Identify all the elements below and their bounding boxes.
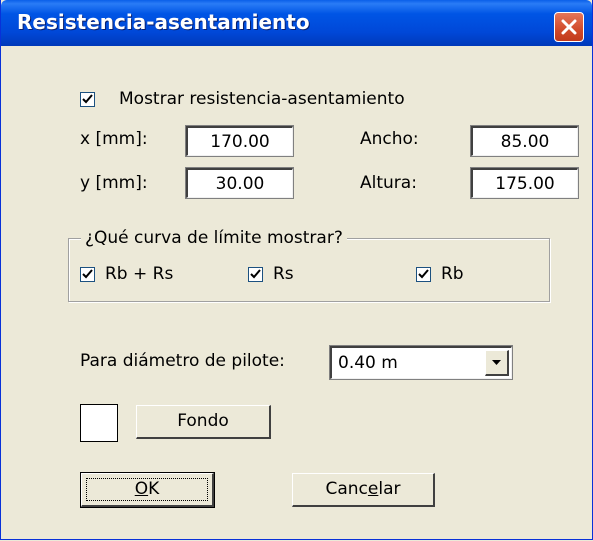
height-label: Altura:: [360, 173, 417, 193]
close-x-icon: [561, 19, 577, 35]
rs-checkbox[interactable]: [248, 267, 263, 282]
ok-button[interactable]: OK: [80, 472, 215, 508]
checkmark-icon: [250, 269, 261, 279]
window-title: Resistencia-asentamiento: [17, 10, 310, 34]
checkmark-icon: [82, 269, 93, 279]
height-input[interactable]: 175.00: [470, 167, 579, 199]
show-resistance-label[interactable]: Mostrar resistencia-asentamiento: [119, 89, 405, 109]
show-resistance-checkbox[interactable]: [80, 92, 95, 107]
pile-diameter-value: 0.40 m: [338, 353, 398, 373]
checkmark-icon: [418, 269, 429, 279]
cancel-button[interactable]: Cancelar: [292, 473, 435, 507]
rb-label[interactable]: Rb: [441, 264, 464, 284]
pile-diameter-label: Para diámetro de pilote:: [80, 351, 285, 371]
dropdown-button[interactable]: [485, 350, 509, 376]
curve-group-title: ¿Qué curva de límite mostrar?: [81, 228, 347, 248]
title-bar[interactable]: Resistencia-asentamiento: [1, 0, 592, 46]
checkmark-icon: [82, 94, 93, 104]
dialog-window: Resistencia-asentamiento Mostrar resiste…: [0, 0, 593, 540]
rs-label[interactable]: Rs: [273, 264, 294, 284]
y-label: y [mm]:: [80, 173, 148, 193]
background-color-swatch[interactable]: [80, 404, 118, 442]
rb-checkbox[interactable]: [416, 267, 431, 282]
x-label: x [mm]:: [80, 129, 148, 149]
cancel-prefix: Canc: [325, 479, 368, 499]
close-button[interactable]: [554, 12, 584, 42]
x-input[interactable]: 170.00: [185, 125, 294, 157]
cancel-mnemonic: e: [367, 479, 379, 499]
cancel-rest: lar: [378, 479, 401, 499]
rb-rs-label[interactable]: Rb + Rs: [105, 264, 173, 284]
width-input[interactable]: 85.00: [470, 125, 579, 157]
focus-rect: [86, 478, 208, 501]
pile-diameter-select[interactable]: 0.40 m: [329, 345, 513, 380]
background-button[interactable]: Fondo: [136, 405, 271, 439]
rb-rs-checkbox[interactable]: [80, 267, 95, 282]
chevron-down-icon: [492, 360, 501, 365]
y-input[interactable]: 30.00: [185, 167, 294, 199]
width-label: Ancho:: [360, 129, 419, 149]
